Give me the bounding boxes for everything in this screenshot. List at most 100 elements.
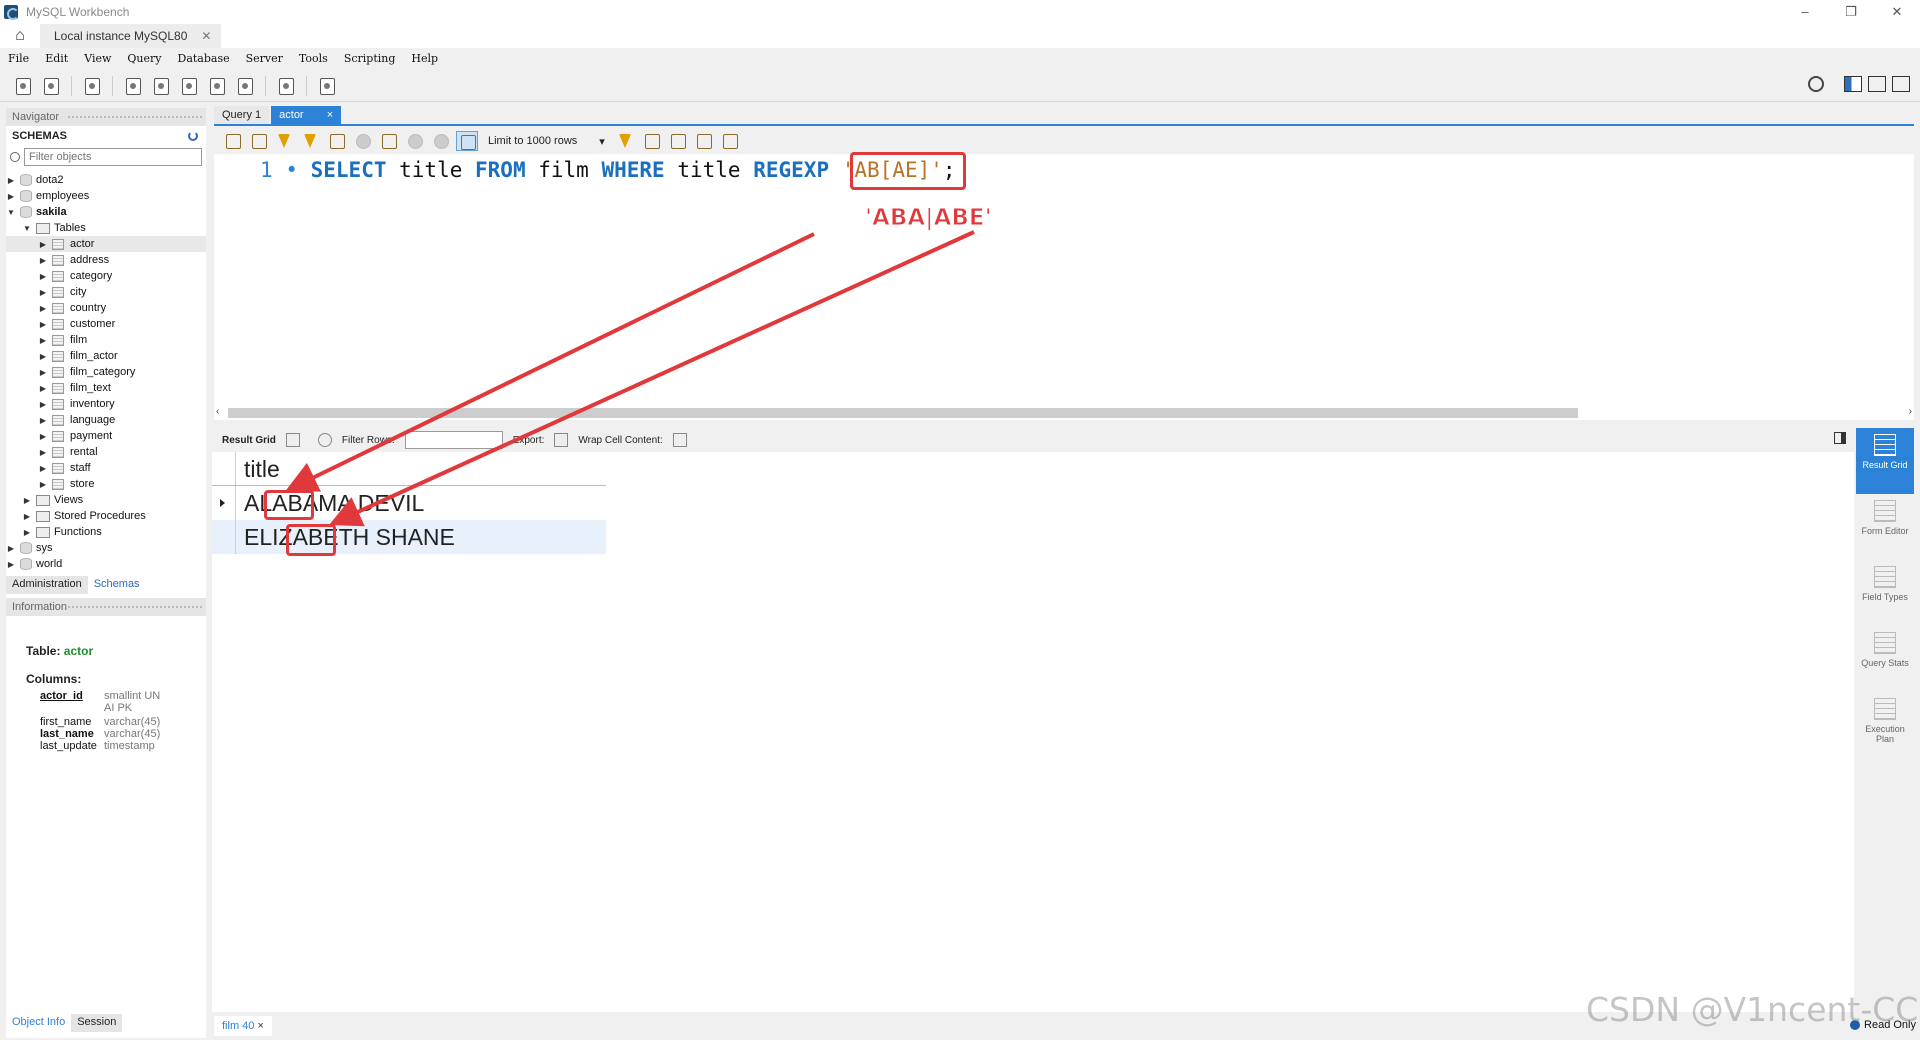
- create-view-icon[interactable]: [178, 75, 200, 97]
- expand-arrow-icon[interactable]: ▶: [38, 416, 48, 425]
- commit-icon[interactable]: [404, 131, 426, 151]
- table-row[interactable]: ELIZABETH SHANE: [212, 520, 606, 554]
- toggle-error-icon[interactable]: [378, 131, 400, 151]
- toggle-result-panel-icon[interactable]: [1834, 432, 1846, 444]
- scrollbar-thumb[interactable]: [228, 408, 1578, 418]
- filter-rows-input[interactable]: [404, 431, 503, 449]
- expand-arrow-icon[interactable]: ▶: [38, 400, 48, 409]
- menu-server[interactable]: Server: [238, 52, 291, 65]
- result-tab-film[interactable]: film 40 ×: [214, 1016, 272, 1036]
- procedures-folder[interactable]: ▶ Stored Procedures: [6, 508, 206, 524]
- refresh-results-icon[interactable]: [317, 433, 332, 447]
- table-inventory[interactable]: ▶ inventory: [6, 396, 206, 412]
- schema-sys[interactable]: ▶ sys: [6, 540, 206, 556]
- tab-actor[interactable]: actor ×: [271, 106, 342, 124]
- restore-icon[interactable]: ❐: [1828, 0, 1874, 24]
- expand-arrow-icon[interactable]: ▶: [38, 288, 48, 297]
- connection-tab[interactable]: Local instance MySQL80 ✕: [40, 24, 222, 48]
- expand-arrow-icon[interactable]: ▶: [6, 192, 16, 201]
- schema-world[interactable]: ▶ world: [6, 556, 206, 572]
- limit-rows-select[interactable]: Limit to 1000 rows ▾: [482, 135, 611, 148]
- explain-icon[interactable]: [326, 131, 348, 151]
- menu-query[interactable]: Query: [119, 52, 169, 65]
- menu-scripting[interactable]: Scripting: [336, 52, 404, 65]
- expand-arrow-icon[interactable]: ▶: [38, 352, 48, 361]
- autocommit-icon[interactable]: [456, 131, 478, 151]
- expand-arrow-icon[interactable]: ▶: [38, 480, 48, 489]
- close-icon[interactable]: ✕: [1874, 0, 1920, 24]
- expand-arrow-icon[interactable]: ▶: [38, 304, 48, 313]
- expand-arrow-icon[interactable]: ▶: [38, 336, 48, 345]
- expand-arrow-icon[interactable]: ▶: [22, 512, 32, 521]
- tab-administration[interactable]: Administration: [6, 576, 88, 594]
- new-sql-tab-icon[interactable]: [12, 75, 34, 97]
- menu-tools[interactable]: Tools: [291, 52, 336, 65]
- expand-arrow-icon[interactable]: ▶: [38, 256, 48, 265]
- expand-arrow-icon[interactable]: ▶: [22, 528, 32, 537]
- reconnect-icon[interactable]: [316, 75, 338, 97]
- sql-editor[interactable]: 1 • SELECT title FROM film WHERE title R…: [214, 154, 1914, 406]
- execute-icon[interactable]: [274, 131, 296, 151]
- table-country[interactable]: ▶ country: [6, 300, 206, 316]
- expand-arrow-icon[interactable]: ▶: [38, 384, 48, 393]
- editor-horizontal-scrollbar[interactable]: ‹ ›: [214, 406, 1914, 420]
- toggle-secondary-sidebar-icon[interactable]: [1892, 76, 1910, 92]
- table-language[interactable]: ▶ language: [6, 412, 206, 428]
- expand-arrow-icon[interactable]: ▶: [38, 432, 48, 441]
- rollback-icon[interactable]: [430, 131, 452, 151]
- schema-sakila[interactable]: ▼ sakila: [6, 204, 206, 220]
- expand-arrow-icon[interactable]: ▶: [38, 240, 48, 249]
- wrap-cell-icon[interactable]: [672, 433, 687, 447]
- table-film[interactable]: ▶ film: [6, 332, 206, 348]
- search-table-data-icon[interactable]: [275, 75, 297, 97]
- functions-folder[interactable]: ▶ Functions: [6, 524, 206, 540]
- create-function-icon[interactable]: [234, 75, 256, 97]
- table-film-category[interactable]: ▶ film_category: [6, 364, 206, 380]
- execute-current-icon[interactable]: [300, 131, 322, 151]
- menu-database[interactable]: Database: [170, 52, 238, 65]
- schema-employees[interactable]: ▶ employees: [6, 188, 206, 204]
- expand-arrow-icon[interactable]: ▶: [38, 448, 48, 457]
- result-grid-button[interactable]: Result Grid: [1856, 428, 1914, 494]
- close-tab-icon[interactable]: ✕: [201, 29, 211, 43]
- table-film-text[interactable]: ▶ film_text: [6, 380, 206, 396]
- menu-file[interactable]: File: [0, 52, 37, 65]
- expand-arrow-icon[interactable]: ▶: [38, 272, 48, 281]
- minimize-icon[interactable]: –: [1782, 0, 1828, 24]
- add-snippet-icon[interactable]: [615, 131, 637, 151]
- collapse-arrow-icon[interactable]: ▼: [6, 208, 16, 217]
- expand-arrow-icon[interactable]: ▶: [38, 320, 48, 329]
- filter-objects-input[interactable]: [24, 148, 202, 166]
- field-types-button[interactable]: Field Types: [1856, 560, 1914, 626]
- schema-dota2[interactable]: ▶ dota2: [6, 172, 206, 188]
- expand-arrow-icon[interactable]: ▶: [6, 544, 16, 553]
- table-payment[interactable]: ▶ payment: [6, 428, 206, 444]
- refresh-icon[interactable]: [188, 131, 198, 141]
- scroll-left-icon[interactable]: ‹: [216, 406, 219, 417]
- toggle-output-icon[interactable]: [1868, 76, 1886, 92]
- tab-object-info[interactable]: Object Info: [6, 1014, 72, 1032]
- expand-arrow-icon[interactable]: ▶: [22, 496, 32, 505]
- stop-icon[interactable]: [352, 131, 374, 151]
- table-staff[interactable]: ▶ staff: [6, 460, 206, 476]
- form-editor-button[interactable]: Form Editor: [1856, 494, 1914, 560]
- open-file-icon[interactable]: [222, 131, 244, 151]
- table-city[interactable]: ▶ city: [6, 284, 206, 300]
- views-folder[interactable]: ▶ Views: [6, 492, 206, 508]
- settings-icon[interactable]: [1808, 76, 1824, 92]
- expand-arrow-icon[interactable]: ▶: [38, 464, 48, 473]
- menu-edit[interactable]: Edit: [37, 52, 76, 65]
- column-header-title[interactable]: title: [236, 452, 606, 485]
- expand-arrow-icon[interactable]: ▶: [6, 176, 16, 185]
- menu-help[interactable]: Help: [403, 52, 446, 65]
- find-icon[interactable]: [667, 131, 689, 151]
- save-icon[interactable]: [248, 131, 270, 151]
- table-actor[interactable]: ▶ actor: [6, 236, 206, 252]
- table-address[interactable]: ▶ address: [6, 252, 206, 268]
- query-stats-button[interactable]: Query Stats: [1856, 626, 1914, 692]
- expand-arrow-icon[interactable]: ▶: [6, 560, 16, 569]
- menu-view[interactable]: View: [76, 52, 119, 65]
- scroll-right-icon[interactable]: ›: [1909, 406, 1912, 417]
- tab-session[interactable]: Session: [71, 1014, 123, 1032]
- expand-arrow-icon[interactable]: ▶: [38, 368, 48, 377]
